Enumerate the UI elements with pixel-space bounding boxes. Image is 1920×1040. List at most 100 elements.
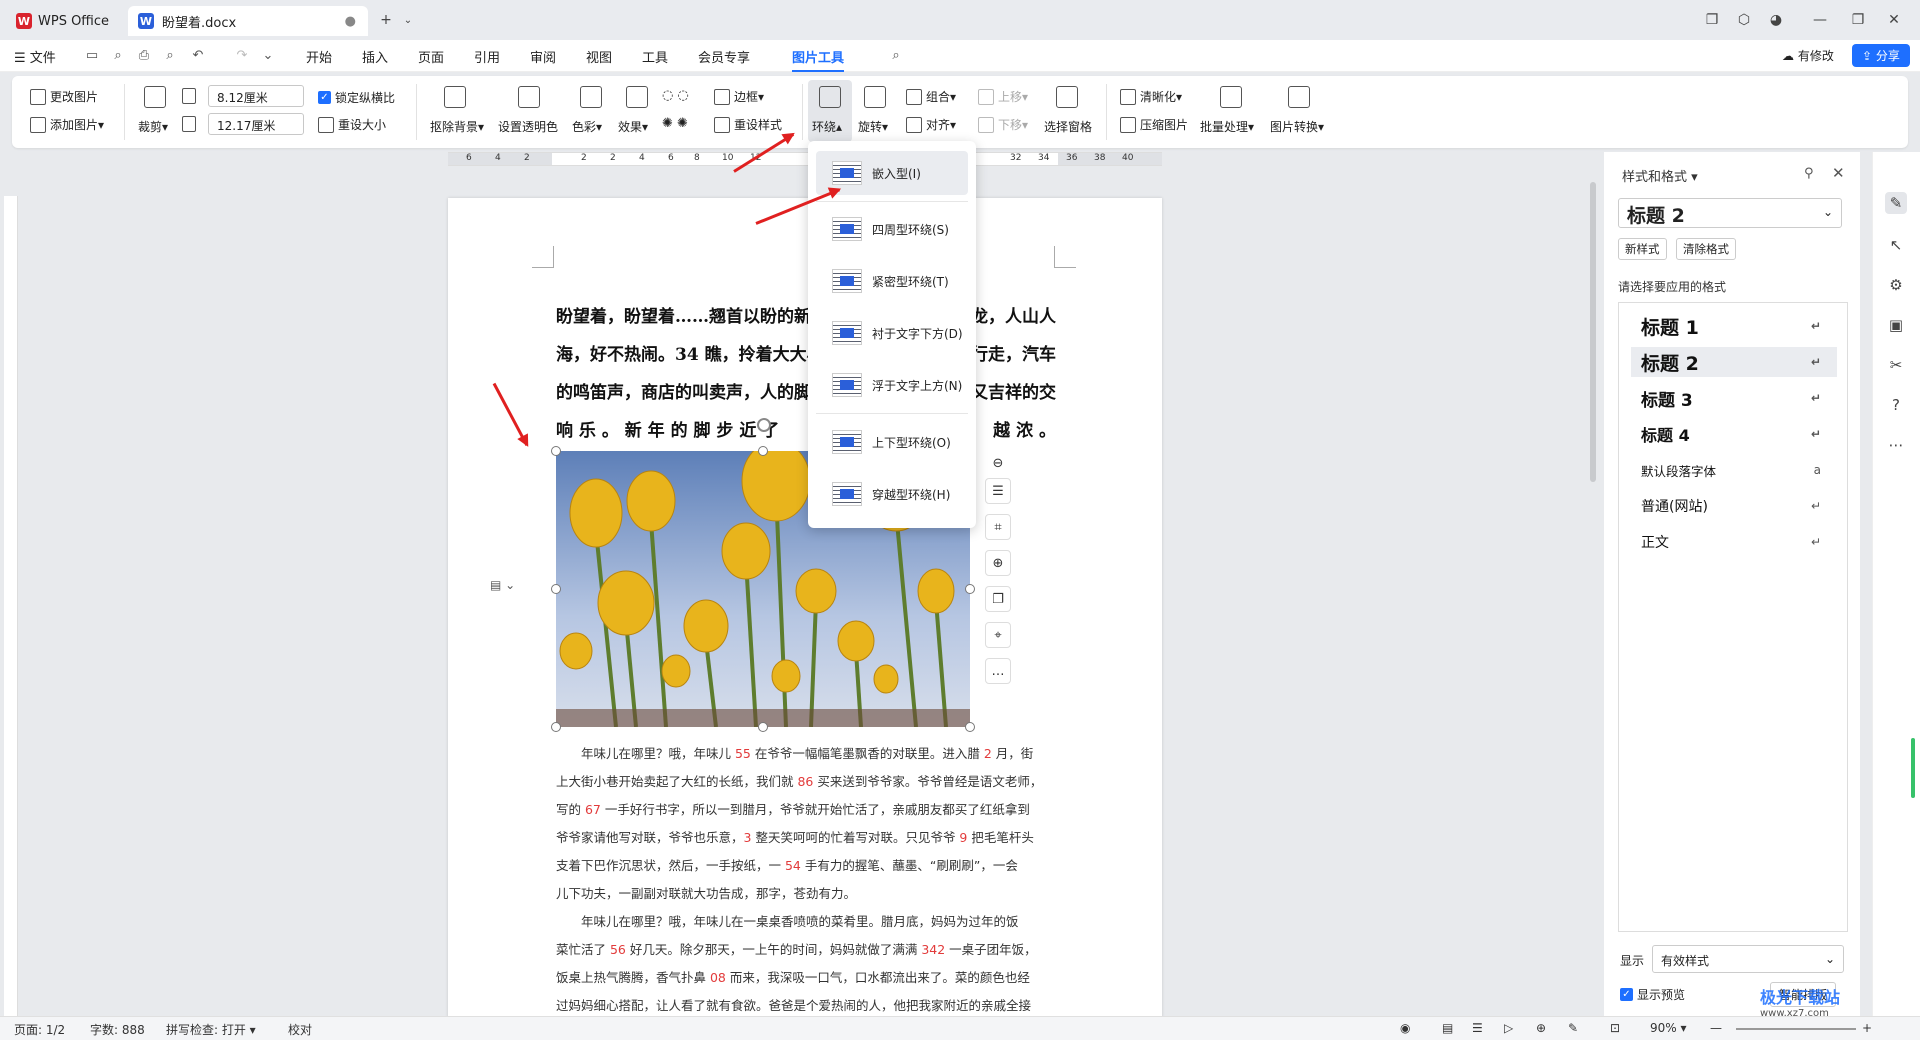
close-panel-icon[interactable]: ✕ [1832, 164, 1845, 182]
style-item-normal-web[interactable]: 普通(网站) ↵ [1631, 491, 1837, 521]
modified-status[interactable]: ☁ 有修改 [1782, 47, 1834, 64]
restore-icon[interactable]: ❐ [1848, 10, 1868, 30]
play-icon[interactable]: ▷ [1504, 1021, 1513, 1035]
menu-member[interactable]: 会员专享 [698, 47, 750, 66]
undo-icon[interactable]: ↶ [190, 48, 206, 64]
menu-review[interactable]: 审阅 [530, 47, 556, 66]
body-paragraph-1[interactable]: 年味儿在哪里？哦，年味儿 55 在爷爷一幅幅笔墨飘香的对联里。进入腊 2 月，街… [556, 740, 1056, 908]
move-down-button[interactable]: 下移 ▾ [978, 116, 1028, 133]
resize-handle-s[interactable] [758, 722, 768, 732]
horizontal-ruler[interactable]: 6 4 2 2 2 4 6 8 10 12 32 34 36 38 40 [448, 152, 1162, 166]
more-options-icon[interactable]: … [985, 658, 1011, 684]
layout-anchor-icon[interactable]: ▤ ⌄ [490, 578, 524, 598]
tab-list-chevron-icon[interactable]: ⌄ [398, 10, 418, 30]
sharpen-button[interactable]: 清晰化 ▾ [1120, 88, 1182, 105]
document-scrollbar[interactable] [1588, 156, 1598, 1016]
clear-format-button[interactable]: 清除格式 [1676, 238, 1736, 260]
zoom-level[interactable]: 90% ▾ [1650, 1021, 1687, 1035]
resize-handle-w[interactable] [551, 584, 561, 594]
heading-paragraph[interactable]: 盼望着，盼望着……翘首以盼的新 龙，人山人 海，好不热闹。34 瞧，拎着大大小 行走… [556, 298, 1056, 450]
move-up-button[interactable]: 上移 ▾ [978, 88, 1028, 105]
collapse-minus-icon[interactable]: ⊖ [985, 450, 1011, 476]
word-count[interactable]: 字数: 888 [90, 1021, 145, 1038]
rotate-light-icon[interactable]: ◌ ◌ [662, 88, 689, 103]
zoom-in-status-icon[interactable]: + [1862, 1021, 1872, 1035]
pen-mode-icon[interactable]: ✎ [1568, 1021, 1578, 1035]
add-image-button[interactable]: 添加图片 ▾ [30, 116, 104, 133]
outline-view-icon[interactable]: ☰ [1472, 1021, 1483, 1035]
reset-size-button[interactable]: 重设大小 [318, 116, 386, 133]
pin-icon[interactable]: ⚲ [1804, 166, 1814, 181]
search-icon[interactable]: ⌕ [888, 48, 904, 64]
select-cursor-icon[interactable]: ↖ [1885, 234, 1907, 256]
adjust-sliders-icon[interactable]: ⚙ [1885, 274, 1907, 296]
compress-button[interactable]: 压缩图片 [1120, 116, 1188, 133]
menu-picture-tools[interactable]: 图片工具 [792, 47, 845, 72]
height-input[interactable]: 12.17厘米 [208, 113, 304, 135]
effect-button[interactable]: 效果 ▾ [618, 118, 648, 135]
style-item-heading2[interactable]: 标题 2 ↵ [1631, 347, 1837, 377]
minimize-icon[interactable]: — [1810, 10, 1830, 30]
menu-page[interactable]: 页面 [418, 47, 444, 66]
eye-icon[interactable]: ◉ [1400, 1021, 1410, 1035]
copy-image-icon[interactable]: ❐ [985, 586, 1011, 612]
wrap-front-option[interactable]: 浮于文字上方(N) [816, 363, 968, 407]
print-preview-icon[interactable]: ⌕ [162, 48, 178, 64]
crop-quick-icon[interactable]: ⌗ [985, 514, 1011, 540]
proofread[interactable]: 校对 [288, 1021, 312, 1038]
more-dropdown-icon[interactable]: ⌄ [260, 48, 276, 64]
web-view-icon[interactable]: ⊕ [1536, 1021, 1546, 1035]
style-item-body[interactable]: 正文 ↵ [1631, 527, 1837, 557]
avatar[interactable]: ◕ [1766, 10, 1786, 30]
crop-button[interactable]: 裁剪 ▾ [138, 118, 168, 135]
zoom-in-icon[interactable]: ⊕ [985, 550, 1011, 576]
lock-ratio-checkbox[interactable]: ✓ 锁定纵横比 [318, 89, 395, 106]
batch-process-button[interactable]: 批量处理 ▾ [1200, 118, 1254, 135]
style-item-heading1[interactable]: 标题 1 ↵ [1631, 311, 1837, 341]
page-view-icon[interactable]: ▤ [1442, 1021, 1453, 1035]
width-input[interactable]: 8.12厘米 [208, 85, 304, 107]
wrap-tight-option[interactable]: 紧密型环绕(T) [816, 259, 968, 303]
style-item-heading3[interactable]: 标题 3 ↵ [1631, 383, 1837, 413]
tab-wps-office[interactable]: W WPS Office [6, 6, 124, 36]
menu-insert[interactable]: 插入 [362, 47, 388, 66]
page-count[interactable]: 页面: 1/2 [14, 1021, 65, 1038]
styles-panel-title[interactable]: 样式和格式 ▾ [1622, 166, 1698, 185]
wrap-behind-option[interactable]: 衬于文字下方(D) [816, 311, 968, 355]
wrap-quick-icon[interactable]: ☰ [985, 478, 1011, 504]
menu-start[interactable]: 开始 [306, 47, 332, 66]
resize-handle-e[interactable] [965, 584, 975, 594]
rotate-handle-icon[interactable] [757, 418, 771, 432]
color-button[interactable]: 色彩 ▾ [572, 118, 602, 135]
cube-icon[interactable]: ⬡ [1734, 10, 1754, 30]
style-pen-icon[interactable]: ✎ [1885, 192, 1907, 214]
fit-page-icon[interactable]: ⊡ [1610, 1021, 1620, 1035]
help-icon[interactable]: ? [1885, 394, 1907, 416]
style-item-default-font[interactable]: 默认段落字体 a [1631, 455, 1837, 485]
group-button[interactable]: 组合 ▾ [906, 88, 956, 105]
wrap-button[interactable]: 环绕 ▴ [812, 118, 842, 135]
menu-view[interactable]: 视图 [586, 47, 612, 66]
align-button[interactable]: 对齐 ▾ [906, 116, 956, 133]
spell-check[interactable]: 拼写检查: 打开 ▾ [166, 1021, 256, 1038]
current-style-select[interactable]: 标题 2 ⌄ [1618, 198, 1842, 228]
share-button[interactable]: ⇪ 分享 [1852, 44, 1910, 67]
style-item-heading4[interactable]: 标题 4 ↵ [1631, 419, 1837, 449]
close-window-icon[interactable]: ✕ [1884, 10, 1904, 30]
scrollbar-thumb[interactable] [1590, 182, 1596, 482]
rotate-button[interactable]: 旋转 ▾ [858, 118, 888, 135]
print-icon[interactable]: ⎙ [136, 48, 152, 64]
tab-modified-dot-icon[interactable]: ● [345, 14, 356, 29]
tools-icon[interactable]: ✂ [1885, 354, 1907, 376]
save-icon[interactable]: ▭ [84, 48, 100, 64]
show-filter-select[interactable]: 有效样式 ⌄ [1652, 945, 1844, 973]
wrap-topbottom-option[interactable]: 上下型环绕(O) [816, 420, 968, 464]
zoom-slider[interactable] [1736, 1028, 1856, 1030]
more-icon[interactable]: ⋯ [1885, 434, 1907, 456]
body-paragraph-2[interactable]: 年味儿在哪里？哦，年味儿在一桌桌香喷喷的菜肴里。腊月底，妈妈为过年的饭 菜忙活了 … [556, 908, 1056, 1020]
image-edit-icon[interactable]: ▣ [1885, 314, 1907, 336]
tab-document[interactable]: W 盼望着.docx ● [128, 6, 368, 36]
resize-handle-n[interactable] [758, 446, 768, 456]
zoom-out-icon[interactable]: — [1710, 1021, 1722, 1035]
resize-handle-se[interactable] [965, 722, 975, 732]
